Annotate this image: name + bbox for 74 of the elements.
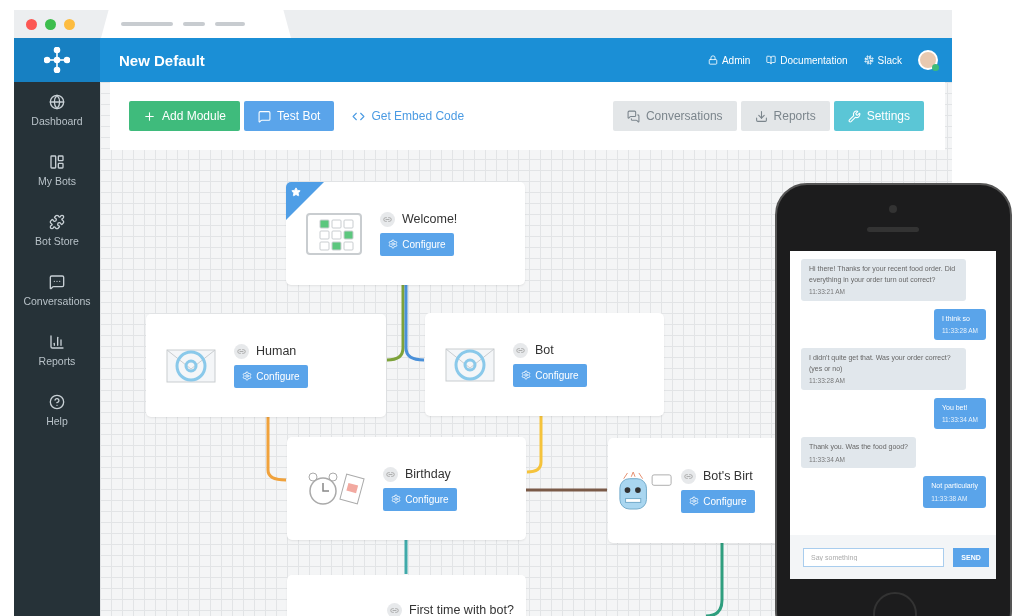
link-icon[interactable] [234, 343, 249, 359]
sidebar-item[interactable]: Conversations [23, 274, 91, 307]
plus-icon [143, 109, 156, 123]
download-icon [754, 109, 768, 123]
wrench-icon [847, 109, 861, 123]
module-title: Bot's Birt [703, 469, 753, 483]
browser-tab[interactable] [101, 10, 291, 38]
lock-icon [707, 55, 718, 65]
toolbar-button[interactable]: Reports [740, 101, 830, 131]
link-icon[interactable] [383, 466, 398, 482]
checklist-drawing [306, 212, 362, 255]
toolbar-button[interactable]: Conversations [612, 101, 737, 131]
sidebar-item[interactable]: Help [46, 394, 68, 427]
toolbar-button[interactable]: Add Module [129, 101, 241, 131]
gear-icon [388, 239, 399, 249]
sidebar-item[interactable]: Bot Store [35, 214, 79, 247]
link-icon[interactable] [681, 468, 696, 484]
connector-line [526, 416, 543, 474]
gear-icon [242, 371, 253, 381]
module-title: Welcome! [402, 212, 458, 226]
globe-icon [49, 94, 65, 110]
toolbar-button[interactable]: Test Bot [244, 101, 335, 131]
module-title: First time with bot? [409, 603, 514, 616]
configure-button[interactable]: Configure [383, 487, 457, 511]
connector-line [404, 540, 408, 574]
email-at-icon [166, 348, 216, 383]
alarm-clock-drawing [307, 469, 365, 508]
header-link[interactable]: Slack [863, 54, 902, 66]
puzzle-icon [49, 214, 65, 230]
sidebar-item[interactable]: Reports [38, 334, 76, 367]
toolbar-button[interactable]: Settings [833, 101, 924, 131]
user-avatar[interactable] [918, 50, 938, 70]
online-dot [932, 64, 939, 71]
module-title: Human [256, 344, 297, 358]
module-card[interactable]: Bot's Birt Configure [608, 438, 775, 543]
link-icon[interactable] [387, 602, 402, 616]
chat-icon [626, 109, 640, 123]
module-card[interactable]: First time with bot? [287, 575, 526, 616]
gear-icon [391, 494, 402, 504]
sidebar-item[interactable]: Dashboard [31, 94, 83, 127]
configure-button[interactable]: Configure [234, 364, 308, 388]
message-icon [49, 274, 65, 290]
link-icon[interactable] [380, 211, 395, 227]
close-dot[interactable] [26, 18, 37, 30]
module-title: Birthday [405, 467, 451, 481]
module-card[interactable]: Birthday Configure [287, 437, 526, 540]
bar-chart-icon [49, 334, 65, 350]
module-card[interactable]: Welcome! Configure [286, 182, 525, 285]
book-icon [766, 55, 777, 65]
gear-icon [689, 496, 700, 506]
connector-line [266, 417, 287, 482]
message-icon [258, 109, 272, 123]
module-card[interactable]: Bot Configure [425, 313, 664, 416]
project-title: New Default [119, 51, 206, 69]
link-icon[interactable] [513, 342, 528, 358]
header-link[interactable]: Documentation [766, 54, 848, 66]
embed-code-link[interactable]: Get Embed Code [338, 101, 479, 131]
sidebar-item[interactable]: My Bots [38, 154, 76, 187]
module-title: Bot [535, 343, 554, 357]
robot-drawing [618, 469, 673, 512]
configure-button[interactable]: Configure [513, 363, 587, 387]
layout-icon [49, 154, 65, 170]
gear-icon [521, 370, 532, 380]
email-at-icon [445, 347, 495, 382]
network-logo-icon [44, 47, 70, 73]
hash-icon [863, 55, 874, 65]
configure-button[interactable]: Configure [380, 232, 454, 256]
star-icon [291, 187, 301, 197]
module-card[interactable]: Human Configure [146, 314, 386, 417]
maximize-dot[interactable] [45, 18, 56, 30]
help-icon [49, 394, 65, 410]
configure-button[interactable]: Configure [681, 489, 755, 513]
minimize-dot[interactable] [64, 18, 75, 30]
header-link[interactable]: Admin [707, 54, 751, 66]
